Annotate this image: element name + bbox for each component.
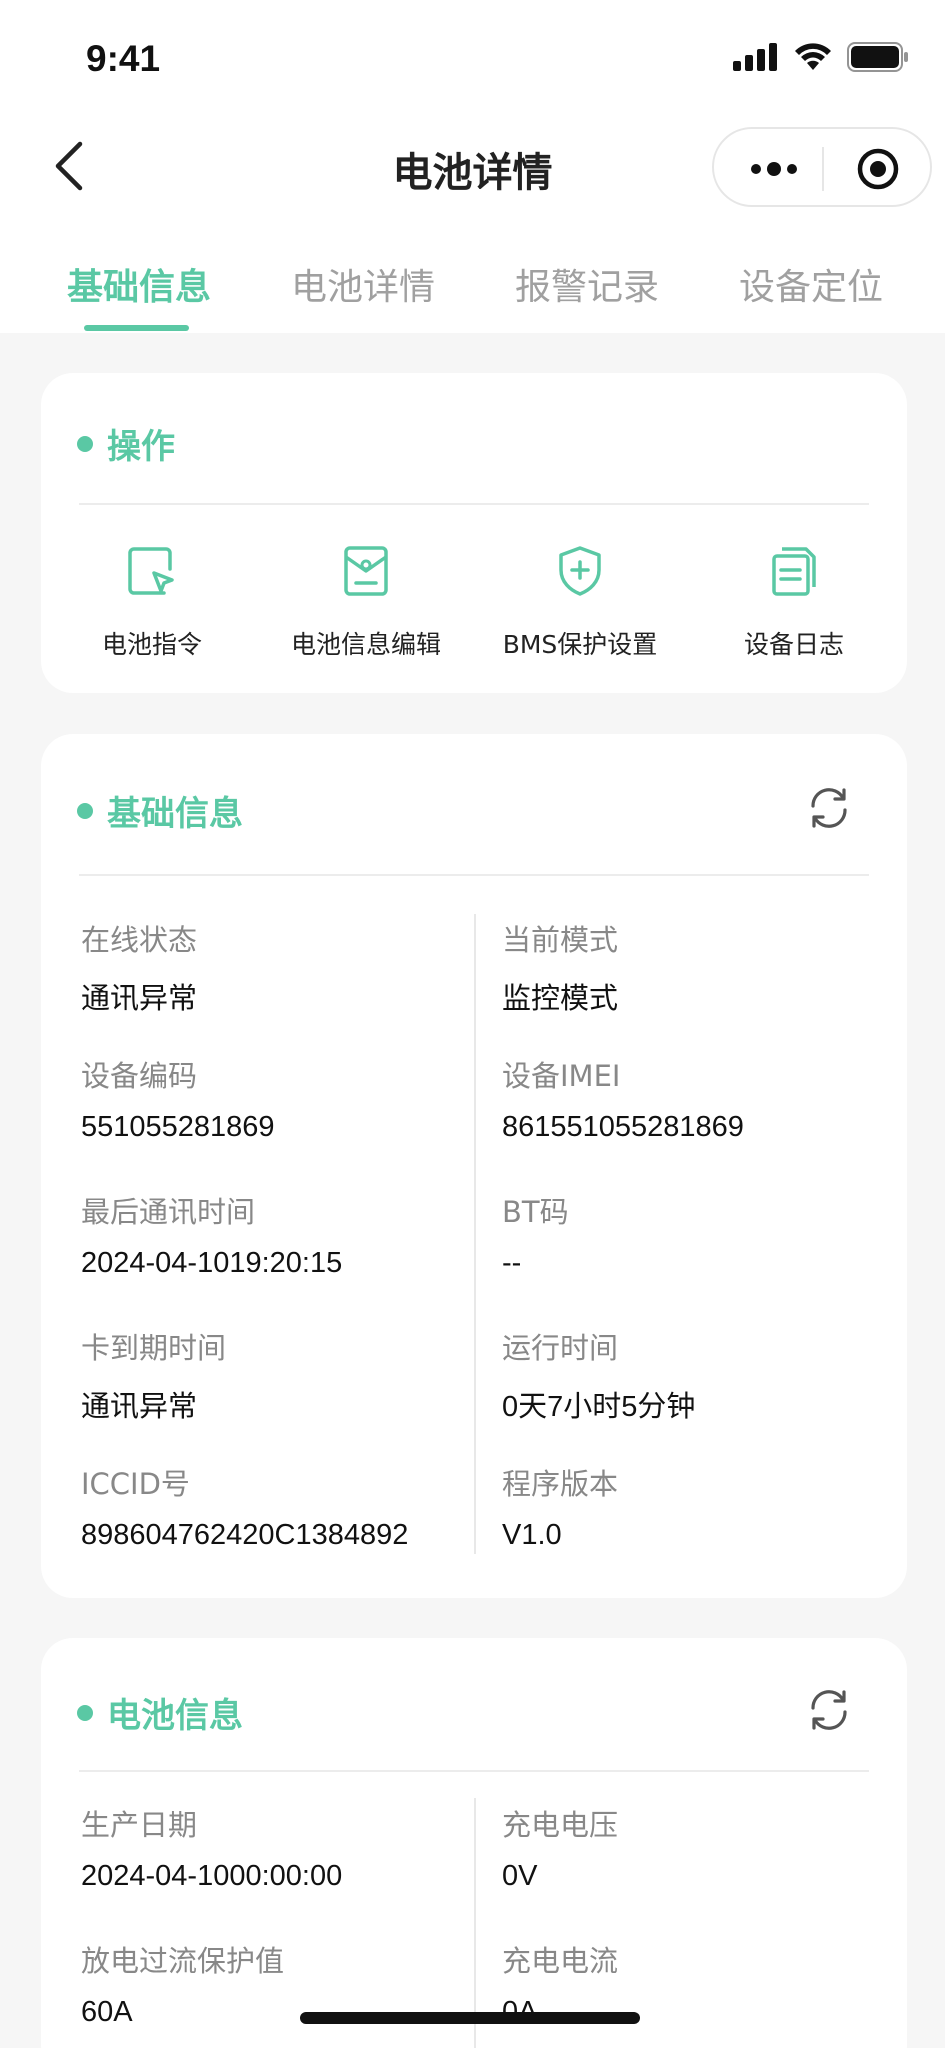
op-label: BMS保护设置 <box>502 630 658 659</box>
operations-title-text: 操作 <box>107 427 175 467</box>
op-battery-info-edit-button[interactable]: 电池信息编辑 <box>266 543 466 661</box>
basic-info-title: 基础信息 <box>77 786 243 835</box>
divider <box>79 874 869 876</box>
device-imei-value: 861551055281869 <box>502 1111 744 1143</box>
production-date-value: 2024-04-1000:00:00 <box>81 1860 343 1892</box>
run-time-value: 0天7小时5分钟 <box>502 1391 696 1423</box>
column-divider <box>474 1798 476 2048</box>
charge-voltage-label: 充电电压 <box>502 1808 619 1842</box>
shield-plus-icon <box>559 546 601 596</box>
cursor-window-icon <box>128 547 174 595</box>
iccid-value: 898604762420C1384892 <box>81 1519 409 1551</box>
production-date-label: 生产日期 <box>81 1808 198 1842</box>
tab-alarm-records[interactable]: 报警记录 <box>515 258 659 310</box>
op-battery-command-button[interactable]: 电池指令 <box>52 543 252 661</box>
iccid-label: ICCID号 <box>81 1467 190 1501</box>
title-dot <box>77 435 93 452</box>
title-dot <box>77 1704 93 1721</box>
last-comm-time-value: 2024-04-1019:20:15 <box>81 1247 343 1279</box>
capsule-divider <box>822 147 824 191</box>
online-status-value: 通讯异常 <box>81 983 198 1015</box>
run-time-label: 运行时间 <box>502 1331 619 1365</box>
close-target-icon[interactable] <box>854 147 902 191</box>
document-edit-icon <box>344 546 388 596</box>
status-time: 9:41 <box>86 38 161 79</box>
card-expiry-label: 卡到期时间 <box>81 1331 227 1365</box>
firmware-version-value: V1.0 <box>502 1519 562 1551</box>
basic-info-card: 基础信息 在线状态 通讯异常 设备编码 551055281869 最后通讯时间 … <box>41 734 907 1598</box>
op-device-log-button[interactable]: 设备日志 <box>694 543 894 661</box>
battery-info-title-text: 电池信息 <box>107 1696 243 1736</box>
divider <box>79 503 869 505</box>
active-tab-indicator <box>84 325 189 331</box>
header: 9:41 电池详情 基础信息 电池详情 报警记录 设备定位 <box>0 0 945 333</box>
status-icons <box>733 42 909 72</box>
op-label: 电池指令 <box>101 630 202 659</box>
refresh-icon[interactable] <box>807 1688 851 1732</box>
divider <box>79 1770 869 1772</box>
document-copy-icon <box>772 547 816 596</box>
tab-basic-info[interactable]: 基础信息 <box>67 258 211 310</box>
wifi-icon <box>795 43 831 70</box>
op-bms-protection-button[interactable]: BMS保护设置 <box>480 543 680 661</box>
operations-title: 操作 <box>77 419 175 468</box>
device-code-label: 设备编码 <box>81 1059 198 1093</box>
cellular-signal-icon <box>733 43 777 71</box>
op-label: 设备日志 <box>743 630 844 659</box>
current-mode-value: 监控模式 <box>502 983 619 1015</box>
battery-icon <box>847 42 908 72</box>
current-mode-label: 当前模式 <box>502 923 619 957</box>
home-indicator <box>300 2012 640 2024</box>
firmware-version-label: 程序版本 <box>502 1467 619 1501</box>
tab-battery-detail[interactable]: 电池详情 <box>291 258 435 310</box>
basic-info-title-text: 基础信息 <box>107 794 243 834</box>
more-dots-icon[interactable] <box>744 149 804 189</box>
device-code-value: 551055281869 <box>81 1111 275 1143</box>
discharge-overcurrent-label: 放电过流保护值 <box>81 1944 285 1978</box>
bt-code-value: -- <box>502 1247 522 1279</box>
op-label: 电池信息编辑 <box>290 630 441 659</box>
battery-info-card: 电池信息 生产日期 2024-04-1000:00:00 放电过流保护值 60A… <box>41 1638 907 2048</box>
refresh-icon[interactable] <box>807 786 851 830</box>
title-dot <box>77 802 93 819</box>
tab-device-location[interactable]: 设备定位 <box>739 258 883 310</box>
battery-info-title: 电池信息 <box>77 1688 243 1737</box>
mini-program-capsule <box>712 127 932 207</box>
charge-current-label: 充电电流 <box>502 1944 619 1978</box>
card-expiry-value: 通讯异常 <box>81 1391 198 1423</box>
device-imei-label: 设备IMEI <box>502 1059 621 1093</box>
column-divider <box>474 914 476 1554</box>
operations-card: 操作 电池指令 电池信息编辑 BMS保护设置 设备日志 <box>41 373 907 693</box>
bt-code-label: BT码 <box>502 1195 569 1229</box>
online-status-label: 在线状态 <box>81 923 198 957</box>
discharge-overcurrent-value: 60A <box>81 1996 133 2028</box>
last-comm-time-label: 最后通讯时间 <box>81 1195 256 1229</box>
charge-voltage-value: 0V <box>502 1860 538 1892</box>
